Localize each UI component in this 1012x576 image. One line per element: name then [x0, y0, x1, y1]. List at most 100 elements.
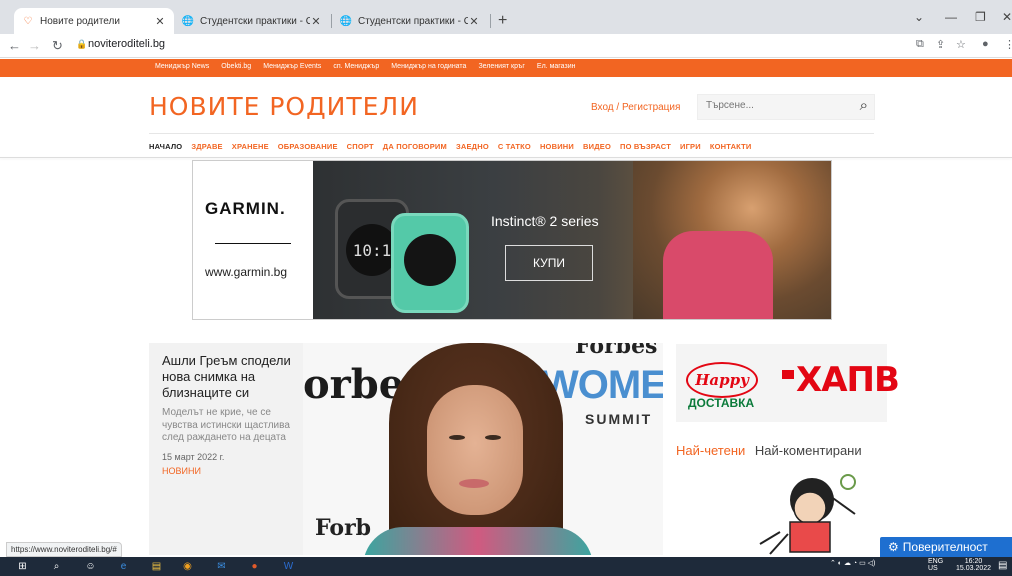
url-field[interactable]: noviteroditeli.bg: [88, 38, 165, 50]
clock-time: 16:20: [964, 558, 983, 565]
article-image[interactable]: orbe Forbes WOMEN SUMMIT Forb: [303, 343, 663, 555]
promo-text: ХАПВ: [796, 360, 900, 400]
notification-icon[interactable]: ▤: [998, 560, 1007, 571]
portrait-face: [427, 385, 523, 515]
featured-article[interactable]: Ашли Греъм сподели нова снимка на близна…: [149, 343, 663, 555]
windows-taskbar: ⊞ ⌕ ☺ e ▤ ◉ ✉ ● W ⌃ ◐ ☁ ◔ ▭ ◁) ENG US 16…: [0, 557, 1012, 576]
menu-icon[interactable]: ⋮: [1004, 38, 1012, 51]
close-tab-icon[interactable]: ✕: [310, 15, 322, 28]
garmin-logo: GARMIN.: [205, 199, 286, 218]
article-date: 15 март 2022 г.: [162, 451, 225, 462]
tab-search-icon[interactable]: ⌄: [914, 10, 924, 24]
globe-icon: 🌐: [181, 15, 195, 27]
lock-icon[interactable]: 🔒: [76, 39, 87, 50]
backdrop-text: Forbes: [575, 343, 658, 359]
portrait-eye: [449, 435, 465, 440]
ad-product-title: Instinct® 2 series: [491, 213, 599, 229]
cartoon-boy-image[interactable]: [740, 474, 870, 558]
minimize-button[interactable]: —: [945, 10, 957, 24]
network-link[interactable]: Ел. магазин: [537, 63, 576, 70]
nav-item[interactable]: КОНТАКТИ: [710, 142, 752, 151]
nav-item[interactable]: НАЧАЛО: [149, 142, 182, 151]
nav-item[interactable]: ОБРАЗОВАНИЕ: [278, 142, 338, 151]
nav-item[interactable]: СПОРТ: [347, 142, 374, 151]
back-icon[interactable]: ←: [8, 38, 21, 53]
site-logo[interactable]: НОВИТЕ РОДИТЕЛИ: [149, 92, 419, 121]
bookmark-star-icon[interactable]: ☆: [956, 38, 966, 51]
reload-icon[interactable]: ↻: [52, 38, 63, 54]
shirt-shape: [663, 231, 773, 319]
article-text: Ашли Греъм сподели нова снимка на близна…: [162, 353, 292, 476]
nav-item[interactable]: ХРАНЕНЕ: [232, 142, 269, 151]
address-bar: ← → ↻ 🔒 noviteroditeli.bg ⧉ ⇪ ☆ ● ⋮: [0, 34, 1012, 58]
privacy-button[interactable]: ⚙ Поверителност: [880, 537, 1012, 557]
divider: [0, 157, 1012, 158]
watch-face: [404, 234, 456, 286]
privacy-label: Поверителност: [902, 540, 988, 554]
lang-indicator[interactable]: ENG US: [928, 558, 943, 572]
clock[interactable]: 16:20 15.03.2022: [956, 558, 991, 572]
tab-title: Новите родители: [40, 15, 120, 27]
file-explorer-icon[interactable]: ▤: [150, 560, 163, 573]
nav-item[interactable]: ПО ВЪЗРАСТ: [620, 142, 671, 151]
nav-item[interactable]: ДА ПОГОВОРИМ: [383, 142, 447, 151]
browser-tab[interactable]: 🌐 Студентски практики - Обява ✕: [332, 8, 488, 34]
popular-tabs: Най-четени Най-коментирани: [676, 443, 862, 458]
nav-item[interactable]: ИГРИ: [680, 142, 701, 151]
happy-logo: Happy: [686, 362, 758, 398]
network-link[interactable]: Мениджър на годината: [391, 63, 466, 70]
browser-tab[interactable]: 🌐 Студентски практики - Обяви ✕: [174, 8, 330, 34]
nav-item[interactable]: ЗДРАВЕ: [191, 142, 222, 151]
login-register-link[interactable]: Вход / Регистрация: [591, 102, 680, 113]
heart-logo-icon: ♡: [23, 15, 33, 27]
network-link[interactable]: Зеленият кръг: [478, 63, 524, 70]
search-icon[interactable]: ⌕: [50, 560, 63, 573]
backdrop-text: orbe: [303, 361, 405, 408]
nav-item[interactable]: ЗАЕДНО: [456, 142, 489, 151]
network-link[interactable]: Obekti.bg: [221, 63, 251, 70]
people-icon[interactable]: ☺: [84, 560, 97, 573]
nav-item[interactable]: ВИДЕО: [583, 142, 611, 151]
tray-icons[interactable]: ⌃ ◐ ☁ ◔ ▭ ◁): [830, 559, 875, 567]
chrome-icon[interactable]: ◉: [181, 560, 194, 573]
powerpoint-icon[interactable]: ●: [248, 560, 261, 573]
article-headline[interactable]: Ашли Греъм сподели нова снимка на близна…: [162, 353, 292, 401]
garmin-ad-banner[interactable]: GARMIN. www.garmin.bg 10:1 Instinct® 2 s…: [192, 160, 832, 320]
word-icon[interactable]: W: [282, 560, 295, 573]
search-icon[interactable]: ⌕: [860, 97, 868, 114]
tab-most-commented[interactable]: Най-коментирани: [755, 443, 862, 458]
network-link[interactable]: сп. Мениджър: [333, 63, 379, 70]
new-tab-button[interactable]: +: [498, 12, 507, 30]
close-tab-icon[interactable]: ✕: [154, 15, 166, 28]
close-tab-icon[interactable]: ✕: [468, 15, 480, 28]
share-icon[interactable]: ⇪: [936, 38, 945, 51]
tab-title: Студентски практики - Обява: [358, 15, 468, 27]
article-category[interactable]: НОВИНИ: [162, 466, 292, 476]
divider: [149, 133, 874, 134]
browser-tab-active[interactable]: ♡ Новите родители ✕: [14, 8, 174, 34]
arrow-icon: [782, 370, 794, 379]
ie-icon[interactable]: e: [117, 560, 130, 573]
main-nav: НАЧАЛО ЗДРАВЕ ХРАНЕНЕ ОБРАЗОВАНИЕ СПОРТ ДА ПО…: [149, 142, 752, 151]
tab-most-read[interactable]: Най-четени: [676, 443, 745, 458]
network-links-strip: Мениджър News Obekti.bg Мениджър Events сп.…: [0, 59, 1012, 77]
network-link[interactable]: Мениджър News: [155, 63, 209, 70]
clock-date: 15.03.2022: [956, 565, 992, 572]
forward-icon[interactable]: →: [28, 38, 41, 53]
portrait-dress: [363, 527, 593, 555]
maximize-button[interactable]: ❐: [975, 10, 986, 24]
nav-item[interactable]: С ТАТКО: [498, 142, 531, 151]
search-input[interactable]: [706, 100, 846, 111]
network-link[interactable]: Мениджър Events: [263, 63, 321, 70]
buy-button[interactable]: КУПИ: [505, 245, 593, 281]
nav-item[interactable]: НОВИНИ: [540, 142, 574, 151]
gear-icon: ⚙: [888, 540, 899, 554]
outlook-icon[interactable]: ✉: [215, 560, 228, 573]
watch-image: [391, 213, 469, 313]
lang-region: US: [928, 565, 938, 572]
windows-start-icon[interactable]: ⊞: [16, 560, 29, 573]
close-window-button[interactable]: ✕: [1002, 10, 1012, 24]
happy-promo-banner[interactable]: Happy ДОСТАВКА ХАПВ: [676, 344, 900, 422]
translate-icon[interactable]: ⧉: [916, 38, 924, 51]
profile-icon[interactable]: ●: [982, 38, 989, 50]
